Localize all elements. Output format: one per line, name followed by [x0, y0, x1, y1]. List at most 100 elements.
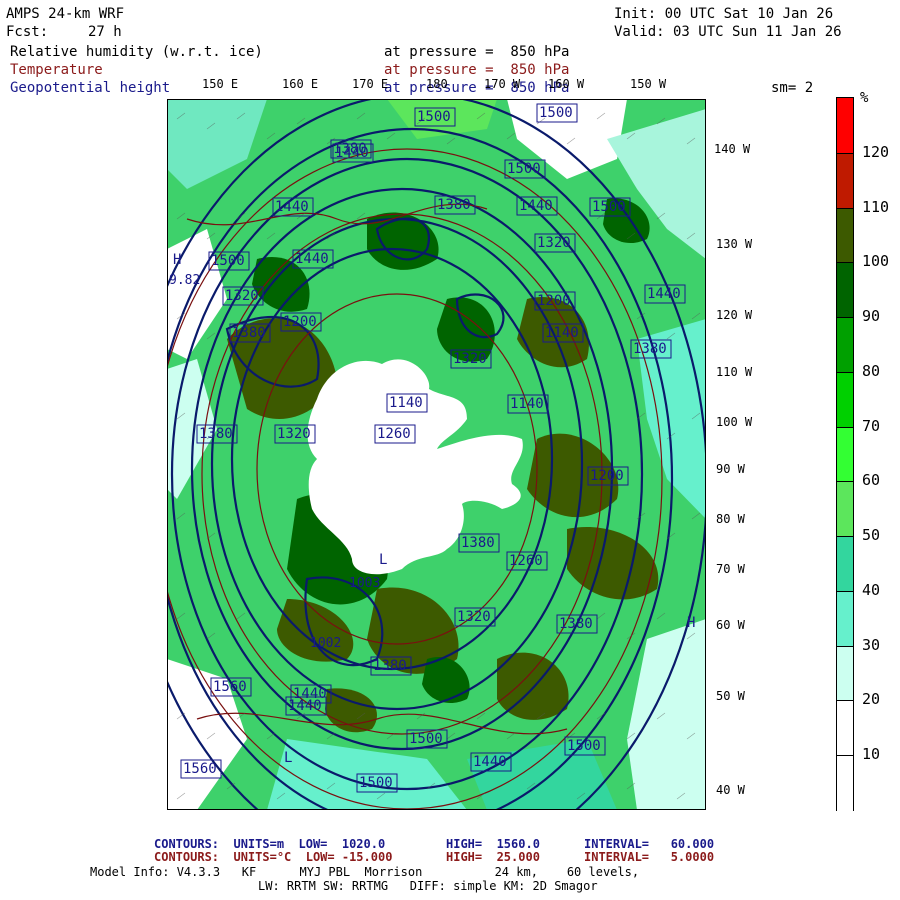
forecast-hour: 27 h: [88, 24, 122, 40]
legend-label: 70: [862, 416, 881, 435]
legend-swatch: [837, 536, 853, 593]
contour-height-label: 1380: [633, 341, 667, 357]
right-lon-label: 140 W: [714, 142, 751, 156]
humidity-map: 1500 1500 1440 1500 1440 1380 1440 1500 1380 1320…: [167, 99, 706, 810]
smoothing-label: sm= 2: [771, 80, 814, 96]
init-time: Init: 00 UTC Sat 10 Jan 26: [614, 6, 834, 22]
low-marker: L: [379, 552, 387, 568]
contour-height-label: 1500: [567, 738, 601, 754]
contour-height-label: 1320: [537, 235, 571, 251]
legend-label: 60: [862, 471, 881, 490]
legend-label: 110: [862, 197, 890, 216]
contour-height-label: 1320: [457, 609, 491, 625]
contour-height-label: 1380: [373, 658, 407, 674]
legend-swatch: [837, 152, 853, 210]
contour-height-label: 1380: [437, 197, 471, 213]
contour-height-label: 1500: [211, 253, 245, 269]
legend-swatch: [837, 645, 853, 702]
field-temp-name: Temperature: [10, 62, 103, 78]
footer-temp-high: HIGH= 25.000: [446, 850, 540, 864]
legend-swatch: [837, 317, 853, 374]
right-lon-label: 110 W: [716, 365, 753, 379]
right-lon-label: 90 W: [716, 462, 745, 476]
contour-height-label: 1200: [283, 314, 317, 330]
contour-height-label: 1260: [377, 426, 411, 442]
legend-label: 100: [862, 252, 890, 271]
contour-height-label: 1380: [199, 426, 233, 442]
legend-swatch: [837, 590, 853, 648]
legend-swatch: [837, 98, 853, 154]
legend-label: 120: [862, 142, 890, 161]
contour-height-label: 1440: [295, 251, 329, 267]
contour-height-label: 1500: [592, 199, 626, 215]
forecast-label: Fcst:: [6, 24, 49, 40]
right-lon-label: 120 W: [716, 308, 753, 322]
right-lon-label: 80 W: [716, 512, 745, 526]
contour-height-label: 1440: [288, 698, 322, 714]
right-lon-label: 60 W: [716, 618, 745, 632]
high-marker: H: [687, 615, 695, 631]
top-lon-label: 170 W: [484, 77, 521, 91]
footer-temp-interval: INTERVAL= 5.0000: [584, 850, 715, 864]
contour-height-label: 1440: [275, 199, 309, 215]
legend-label: 90: [862, 307, 881, 326]
contour-height-label: 1260: [509, 553, 543, 569]
contour-height-label: 1500: [359, 775, 393, 791]
contour-height-label: 1320: [225, 288, 259, 304]
contour-height-label: 1440: [473, 754, 507, 770]
legend-unit: %: [860, 90, 869, 106]
contour-height-label: 1380: [461, 535, 495, 551]
right-lon-label: 40 W: [716, 783, 745, 797]
legend-swatch: [837, 700, 853, 757]
legend-swatch: [837, 371, 853, 429]
humidity-color-legend: [836, 97, 854, 812]
contour-height-label: 1560: [183, 761, 217, 777]
legend-swatch: [837, 755, 853, 812]
legend-label: 40: [862, 580, 881, 599]
top-lon-label: 180: [426, 77, 448, 91]
footer-temp-contours: CONTOURS: UNITS=°C LOW= -15.000: [154, 850, 393, 864]
field-height-name: Geopotential height: [10, 80, 171, 96]
top-lon-label: 150 E: [202, 77, 239, 91]
footer-model-info: Model Info: V4.3.3 KF MYJ PBL Morrison 2…: [90, 865, 640, 879]
valid-time: Valid: 03 UTC Sun 11 Jan 26: [614, 24, 842, 40]
legend-label: 20: [862, 690, 881, 709]
model-title: AMPS 24-km WRF: [6, 6, 125, 22]
contour-height-label: 1140: [510, 396, 544, 412]
legend-swatch: [837, 426, 853, 483]
low-marker: L: [284, 750, 292, 766]
top-lon-label: 170 E: [352, 77, 389, 91]
right-lon-label: 130 W: [716, 237, 753, 251]
field-height-level: at pressure = 850 hPa: [384, 80, 570, 96]
legend-swatch: [837, 262, 853, 319]
top-lon-label: 150 W: [630, 77, 667, 91]
map-value-label: 1003: [349, 576, 380, 591]
contour-height-label: 1500: [507, 161, 541, 177]
top-lon-label: 160 E: [282, 77, 319, 91]
contour-height-label: 1200: [590, 468, 624, 484]
contour-height-label: 1500: [417, 109, 451, 125]
legend-label: 10: [862, 745, 881, 764]
contour-height-label: 1200: [537, 293, 571, 309]
contour-height-label: 1320: [277, 426, 311, 442]
right-lon-label: 100 W: [716, 415, 753, 429]
contour-height-label: 1380: [559, 616, 593, 632]
high-marker: H: [173, 252, 181, 268]
contour-height-label: 1440: [647, 286, 681, 302]
map-value-label: 9.82: [169, 273, 200, 288]
legend-label: 30: [862, 635, 881, 654]
right-lon-label: 70 W: [716, 562, 745, 576]
legend-swatch: [837, 207, 853, 264]
legend-swatch: [837, 481, 853, 538]
contour-height-label: 1140: [389, 395, 423, 411]
contour-height-label: 1500: [539, 105, 573, 121]
contour-height-label: 1320: [453, 351, 487, 367]
field-rh-level: at pressure = 850 hPa: [384, 44, 570, 60]
legend-label: 80: [862, 361, 881, 380]
contour-height-label: 1500: [409, 731, 443, 747]
contour-height-label: 1560: [213, 679, 247, 695]
right-lon-label: 50 W: [716, 689, 745, 703]
contour-height-label: 1140: [545, 325, 579, 341]
footer-model-physics: LW: RRTM SW: RRTMG DIFF: simple KM: 2D S…: [258, 879, 598, 893]
map-value-label: 1002: [310, 636, 341, 651]
